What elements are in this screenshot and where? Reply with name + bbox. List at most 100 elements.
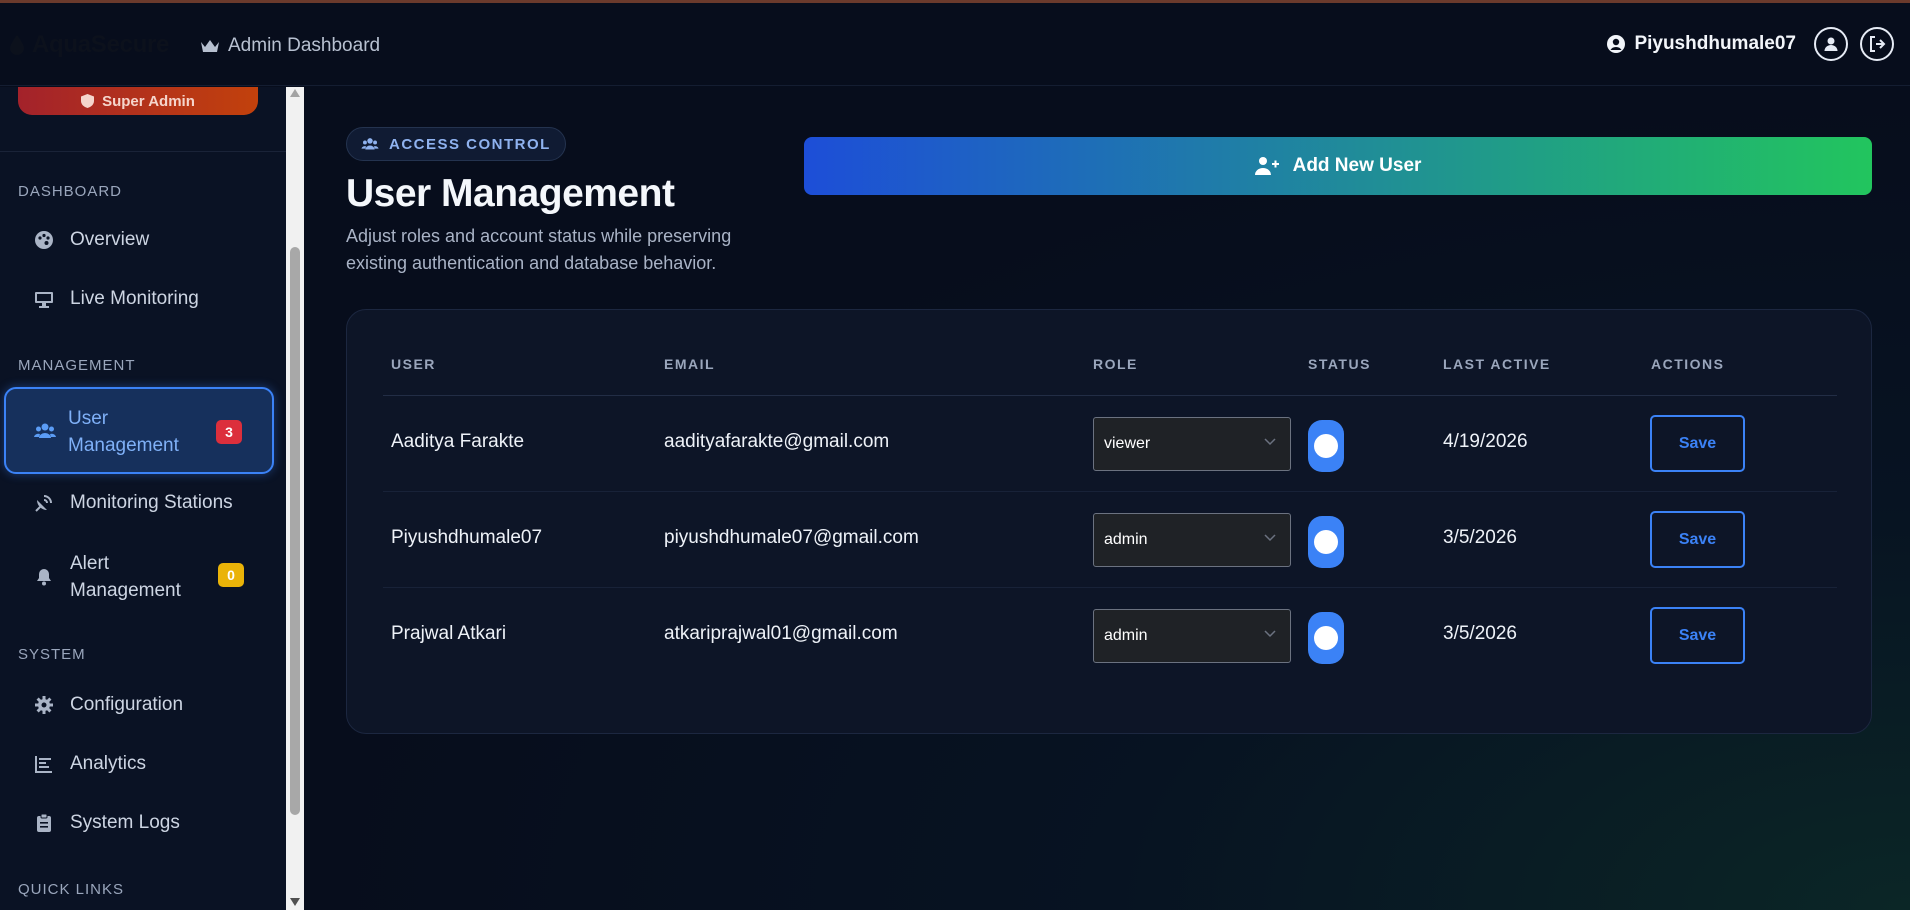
users-icon [34,423,56,438]
scroll-thumb[interactable] [290,247,300,815]
top-bar: AquaSecure Admin Dashboard Piyushdhumale… [0,3,1910,86]
monitor-icon [35,292,53,308]
user-name-cell: Aaditya Farakte [391,431,525,452]
add-new-user-label: Add New User [1292,155,1422,176]
page-subtitle: Adjust roles and account status while pr… [346,226,732,273]
sidebar-item-system-logs[interactable]: System Logs [34,812,180,834]
admin-dashboard-text: Admin Dashboard [228,35,381,56]
sidebar-item-configuration[interactable]: Configuration [34,694,183,716]
table-row: Aaditya Farakte aadityafarakte@gmail.com… [383,396,1837,492]
sidebar-item-label: Live Monitoring [70,288,199,309]
satellite-dish-icon [35,495,52,512]
scroll-down-arrow[interactable] [290,898,300,906]
status-toggle[interactable] [1308,420,1344,472]
sidebar-scrollbar[interactable] [286,87,304,910]
logout-button[interactable] [1860,27,1894,61]
section-title-system: SYSTEM [18,646,86,663]
sidebar-item-label: Analytics [70,753,147,774]
palette-icon [35,231,53,249]
profile-button[interactable] [1814,27,1848,61]
sidebar-divider [0,151,286,152]
toggle-knob [1314,626,1338,650]
role-select[interactable]: viewer [1093,417,1291,471]
save-button[interactable]: Save [1650,415,1745,472]
main-content: ACCESS CONTROL User Management Adjust ro… [304,87,1910,910]
role-select-value: viewer [1104,435,1151,452]
chart-icon [35,756,52,773]
bell-icon [37,569,51,586]
sidebar-item-alert-management[interactable]: Alert Management [34,550,200,604]
shield-icon [81,94,95,108]
table-row: Prajwal Atkari atkariprajwal01@gmail.com… [383,588,1837,684]
chevron-down-icon [1264,438,1276,446]
sidebar-item-label: User Management [68,408,179,456]
last-active-cell: 4/19/2026 [1443,431,1528,452]
access-control-label: ACCESS CONTROL [389,135,551,153]
alert-count-badge: 0 [218,563,244,587]
role-select[interactable]: admin [1093,513,1291,567]
email-cell: piyushdhumale07@gmail.com [664,527,919,548]
email-cell: aadityafarakte@gmail.com [664,431,890,452]
column-header-status: STATUS [1308,356,1371,372]
page-title: User Management [346,172,675,215]
section-title-quick-links: QUICK LINKS [18,881,125,898]
users-table-card: USER EMAIL ROLE STATUS LAST ACTIVE ACTIO… [346,309,1872,734]
section-title-dashboard: DASHBOARD [18,183,123,200]
super-admin-badge: Super Admin [18,87,258,115]
status-toggle[interactable] [1308,612,1344,664]
user-name-cell: Piyushdhumale07 [391,527,543,548]
role-select-value: admin [1104,627,1148,644]
sidebar-item-label: System Logs [70,812,180,833]
sidebar-item-label: Overview [70,229,150,250]
water-drop-icon [10,35,24,55]
column-header-user: USER [391,356,436,372]
access-control-pill: ACCESS CONTROL [346,127,566,161]
gear-icon [35,696,53,714]
user-count-badge: 3 [216,420,242,444]
user-area: Piyushdhumale07 [1606,27,1894,61]
sidebar-item-analytics[interactable]: Analytics [34,753,146,775]
user-icon [1824,37,1838,51]
scroll-up-arrow[interactable] [290,89,300,97]
role-select-value: admin [1104,531,1148,548]
sidebar: Super Admin DASHBOARD Overview Live Moni… [0,87,286,910]
sidebar-item-label: Monitoring Stations [70,492,233,513]
admin-dashboard-label: Admin Dashboard [200,35,380,57]
sidebar-item-user-management[interactable]: User Management 3 [4,387,274,474]
column-header-actions: ACTIONS [1651,356,1725,372]
add-new-user-button[interactable]: Add New User [804,137,1872,195]
user-plus-icon [1254,157,1279,175]
last-active-cell: 3/5/2026 [1443,527,1517,548]
crown-icon [201,40,219,52]
logout-icon [1870,36,1886,52]
sidebar-item-label: Alert Management [70,553,181,601]
save-button[interactable]: Save [1650,511,1745,568]
role-select[interactable]: admin [1093,609,1291,663]
column-header-role: ROLE [1093,356,1138,372]
column-header-last-active: LAST ACTIVE [1443,356,1551,372]
save-button[interactable]: Save [1650,607,1745,664]
logo[interactable]: AquaSecure [8,31,169,59]
user-circle-icon [1607,35,1626,53]
username: Piyushdhumale07 [1634,33,1796,54]
app-name: AquaSecure [32,31,170,58]
table-row: Piyushdhumale07 piyushdhumale07@gmail.co… [383,492,1837,588]
sidebar-item-monitoring-stations[interactable]: Monitoring Stations [34,492,233,514]
sidebar-item-live-monitoring[interactable]: Live Monitoring [34,288,199,310]
last-active-cell: 3/5/2026 [1443,623,1517,644]
user-menu[interactable]: Piyushdhumale07 [1606,33,1796,55]
sidebar-item-overview[interactable]: Overview [34,229,149,251]
chevron-down-icon [1264,630,1276,638]
status-toggle[interactable] [1308,516,1344,568]
section-title-management: MANAGEMENT [18,357,136,374]
sidebar-item-label: Configuration [70,694,184,715]
super-admin-label: Super Admin [102,92,195,110]
users-icon [361,138,379,150]
chevron-down-icon [1264,534,1276,542]
toggle-knob [1314,434,1338,458]
column-header-email: EMAIL [664,356,716,372]
user-name-cell: Prajwal Atkari [391,623,507,644]
email-cell: atkariprajwal01@gmail.com [664,623,898,644]
clipboard-icon [37,813,51,832]
toggle-knob [1314,530,1338,554]
